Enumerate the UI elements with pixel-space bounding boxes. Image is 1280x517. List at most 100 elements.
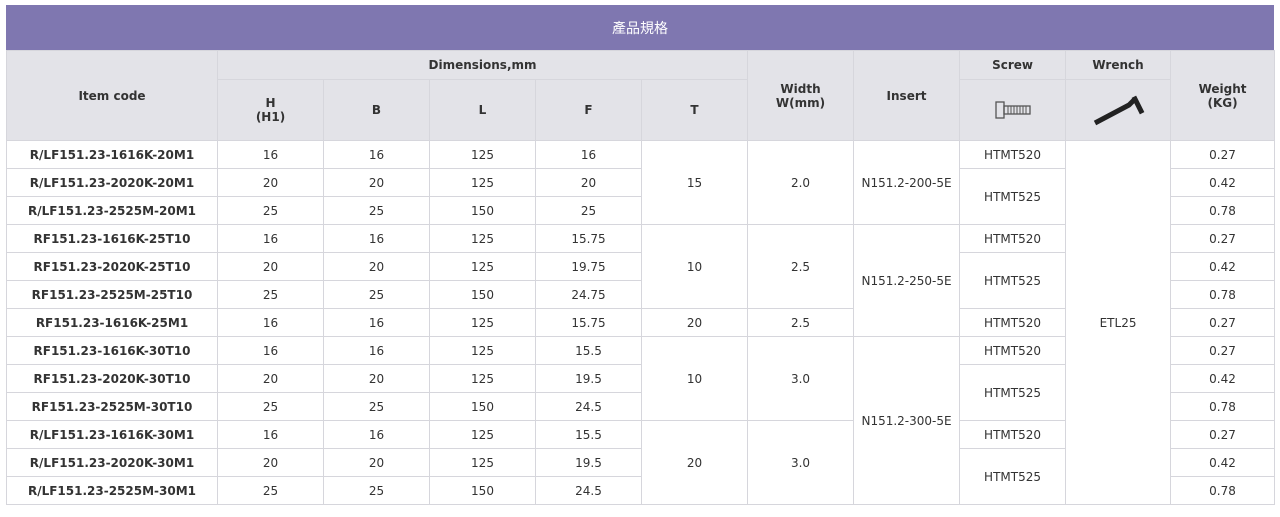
- h-cell: 25: [217, 280, 324, 309]
- spec-table: Item code Dimensions,mm Width W(mm) Inser…: [6, 50, 1276, 505]
- f-cell: 19.5: [535, 448, 642, 477]
- h-cell: 20: [217, 448, 324, 477]
- insert-cell: N151.2-300-5E: [853, 336, 961, 505]
- t-cell: 20: [640, 308, 749, 337]
- h-cell: 25: [217, 392, 324, 421]
- l-cell: 125: [429, 140, 536, 169]
- b-cell: 25: [323, 280, 430, 309]
- spec-table-container: 產品規格 Item code Dimensions,mm Width W(mm) …: [6, 5, 1276, 505]
- width-cell: 2.0: [747, 140, 855, 225]
- f-cell: 19.75: [535, 252, 642, 281]
- spec-table-body: R/LF151.23-1616K-20M1 16 16 125 16 15 2.…: [6, 140, 1276, 505]
- header-wrench: Wrench: [1065, 50, 1172, 80]
- weight-cell: 0.42: [1170, 168, 1276, 197]
- h-cell: 16: [217, 140, 324, 169]
- b-cell: 20: [323, 364, 430, 393]
- item-code-cell: R/LF151.23-2020K-30M1: [6, 448, 218, 477]
- f-cell: 15.5: [535, 336, 642, 365]
- l-cell: 150: [429, 476, 536, 505]
- item-code-cell: RF151.23-1616K-25T10: [6, 224, 218, 253]
- header-h-label: H: [265, 96, 276, 110]
- item-code-cell: RF151.23-2020K-25T10: [6, 252, 218, 281]
- h-cell: 16: [217, 336, 324, 365]
- t-cell: 10: [640, 224, 749, 309]
- header-weight: Weight (KG): [1170, 50, 1276, 141]
- item-code-cell: RF151.23-1616K-30T10: [6, 336, 218, 365]
- header-l: L: [429, 79, 536, 141]
- l-cell: 125: [429, 252, 536, 281]
- b-cell: 25: [323, 196, 430, 225]
- l-cell: 125: [429, 448, 536, 477]
- item-code-cell: RF151.23-2525M-30T10: [6, 392, 218, 421]
- weight-cell: 0.27: [1170, 224, 1276, 253]
- insert-cell: N151.2-250-5E: [853, 224, 961, 337]
- width-cell: 3.0: [747, 420, 855, 505]
- l-cell: 150: [429, 392, 536, 421]
- item-code-cell: R/LF151.23-1616K-20M1: [6, 140, 218, 169]
- weight-cell: 0.42: [1170, 252, 1276, 281]
- wrench-cell: ETL25: [1065, 140, 1172, 505]
- l-cell: 150: [429, 280, 536, 309]
- screw-cell: HTMT520: [959, 140, 1067, 169]
- l-cell: 125: [429, 224, 536, 253]
- header-weight-unit: (KG): [1207, 95, 1238, 110]
- b-cell: 16: [323, 140, 430, 169]
- screw-cell: HTMT525: [959, 364, 1067, 421]
- item-code-cell: RF151.23-2525M-25T10: [6, 280, 218, 309]
- item-code-cell: RF151.23-1616K-25M1: [6, 308, 218, 337]
- width-cell: 2.5: [747, 224, 855, 309]
- weight-cell: 0.27: [1170, 420, 1276, 449]
- h-cell: 16: [217, 308, 324, 337]
- item-code-cell: R/LF151.23-1616K-30M1: [6, 420, 218, 449]
- weight-cell: 0.78: [1170, 476, 1276, 505]
- l-cell: 125: [429, 168, 536, 197]
- weight-cell: 0.78: [1170, 196, 1276, 225]
- h-cell: 16: [217, 224, 324, 253]
- header-width-unit: W(mm): [775, 95, 826, 110]
- f-cell: 19.5: [535, 364, 642, 393]
- h-cell: 25: [217, 476, 324, 505]
- l-cell: 125: [429, 308, 536, 337]
- b-cell: 16: [323, 308, 430, 337]
- item-code-cell: R/LF151.23-2525M-30M1: [6, 476, 218, 505]
- header-wrench-icon-cell: [1065, 79, 1172, 141]
- table-title: 產品規格: [6, 5, 1274, 50]
- f-cell: 25: [535, 196, 642, 225]
- header-t: T: [640, 79, 749, 141]
- screw-cell: HTMT525: [959, 168, 1067, 225]
- header-item-code: Item code: [6, 50, 218, 141]
- hex-wrench-icon: [1093, 95, 1145, 126]
- b-cell: 20: [323, 448, 430, 477]
- header-insert: Insert: [853, 50, 961, 141]
- f-cell: 24.5: [535, 476, 642, 505]
- b-cell: 16: [323, 224, 430, 253]
- header-screw: Screw: [959, 50, 1067, 80]
- header-h-sub: (H1): [255, 110, 286, 124]
- f-cell: 15.5: [535, 420, 642, 449]
- h-cell: 20: [217, 252, 324, 281]
- width-cell: 2.5: [747, 308, 855, 337]
- weight-cell: 0.78: [1170, 392, 1276, 421]
- h-cell: 20: [217, 168, 324, 197]
- header-width-label: Width: [780, 81, 821, 96]
- t-cell: 20: [640, 420, 749, 505]
- weight-cell: 0.42: [1170, 364, 1276, 393]
- screw-icon: [994, 101, 1031, 119]
- l-cell: 150: [429, 196, 536, 225]
- h-cell: 25: [217, 196, 324, 225]
- header-width: Width W(mm): [747, 50, 855, 141]
- b-cell: 20: [323, 252, 430, 281]
- weight-cell: 0.27: [1170, 336, 1276, 365]
- h-cell: 20: [217, 364, 324, 393]
- width-cell: 3.0: [747, 336, 855, 421]
- l-cell: 125: [429, 420, 536, 449]
- f-cell: 24.75: [535, 280, 642, 309]
- screw-cell: HTMT520: [959, 308, 1067, 337]
- l-cell: 125: [429, 364, 536, 393]
- table-row: R/LF151.23-1616K-20M1 16 16 125 16 15 2.…: [6, 140, 1276, 505]
- f-cell: 16: [535, 140, 642, 169]
- f-cell: 15.75: [535, 308, 642, 337]
- item-code-cell: R/LF151.23-2525M-20M1: [6, 196, 218, 225]
- h-cell: 16: [217, 420, 324, 449]
- item-code-cell: RF151.23-2020K-30T10: [6, 364, 218, 393]
